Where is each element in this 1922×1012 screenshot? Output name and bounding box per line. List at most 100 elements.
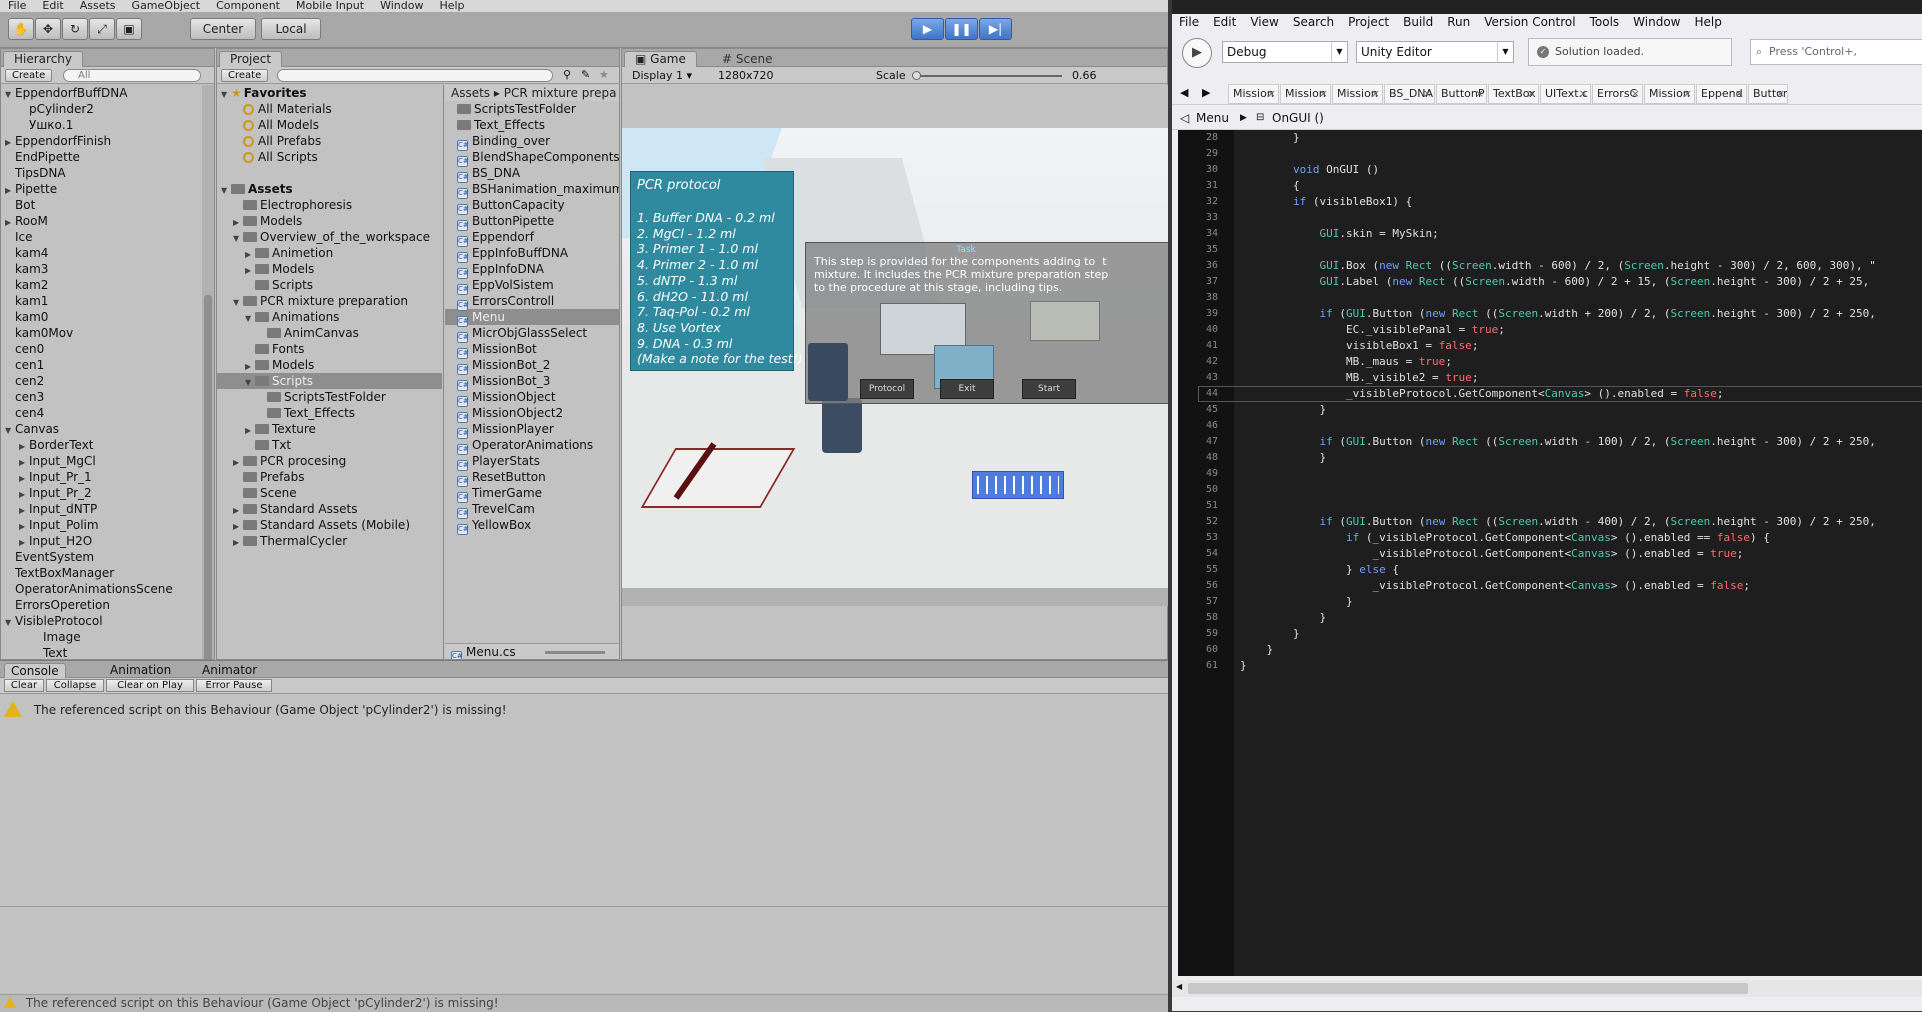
code-line[interactable]: } else { [1240, 562, 1922, 578]
hierarchy-item[interactable]: ▶ RooM [1, 213, 214, 229]
console-clear-on-play-button[interactable]: Clear on Play [106, 679, 194, 692]
game-tab[interactable]: ▣ Game [624, 51, 697, 67]
vs-search-input[interactable]: ⌕ Press 'Control+, [1750, 39, 1922, 65]
hierarchy-item[interactable]: kam4 [1, 245, 214, 261]
unity-menu-assets[interactable]: Assets [72, 0, 124, 12]
code-line[interactable]: if (GUI.Button (new Rect ((Screen.width … [1240, 514, 1922, 530]
close-icon[interactable]: × [1319, 85, 1328, 103]
close-icon[interactable]: × [1776, 85, 1785, 103]
run-button[interactable]: ▶ [1182, 38, 1212, 68]
project-file-item[interactable]: C# ErrorsControll [445, 293, 619, 311]
hierarchy-item[interactable]: ▶ EppendorfFinish [1, 133, 214, 149]
document-tab[interactable]: ButtonP × [1436, 84, 1487, 104]
display-dropdown[interactable]: Display 1 ▾ [632, 69, 692, 82]
icon-size-slider[interactable] [545, 651, 605, 654]
project-tree-item[interactable]: ▶ Standard Assets [217, 501, 442, 517]
search-by-type-icon[interactable]: ⚲ [563, 68, 571, 81]
project-file-item[interactable]: C# MissionBot_2 [445, 357, 619, 375]
expand-arrow-icon[interactable]: ▼ [245, 375, 255, 391]
project-tree-item[interactable]: AnimCanvas [217, 325, 442, 341]
hierarchy-item[interactable]: Image [1, 629, 214, 645]
hierarchy-create-button[interactable]: Create [5, 69, 53, 82]
project-tree-item[interactable]: Fonts [217, 341, 442, 357]
project-file-item[interactable]: C# BlendShapeComponents [445, 149, 619, 167]
project-file-item[interactable]: C# Menu [445, 309, 619, 327]
project-file-item[interactable]: C# TrevelCam [445, 501, 619, 519]
project-file-item[interactable]: C# MicrObjGlassSelect [445, 325, 619, 343]
project-tree-item[interactable]: ▼ Overview_of_the_workspace [217, 229, 442, 245]
code-line[interactable] [1240, 242, 1922, 258]
code-line[interactable]: _visibleProtocol.GetComponent<Canvas> ()… [1240, 546, 1922, 562]
hierarchy-tab[interactable]: Hierarchy [3, 51, 84, 67]
project-tree-item[interactable]: ▼ Assets [217, 181, 442, 197]
nav-class[interactable]: Menu [1196, 106, 1229, 130]
project-tree-item[interactable] [217, 165, 442, 181]
scene-tab[interactable]: # Scene [722, 52, 772, 66]
project-tree-item[interactable]: ▼ Animations [217, 309, 442, 325]
expand-arrow-icon[interactable]: ▼ [233, 231, 243, 247]
hierarchy-item[interactable]: TextBoxManager [1, 565, 214, 581]
code-line[interactable]: } [1240, 450, 1922, 466]
game-render[interactable]: PCR protocol 1. Buffer DNA - 0.2 ml 2. Mg… [622, 128, 1169, 606]
hierarchy-item[interactable]: pCylinder2 [1, 101, 214, 117]
project-tree-item[interactable]: Scene [217, 485, 442, 501]
step-button[interactable]: ▶| [979, 18, 1012, 40]
scroll-left-icon[interactable]: ◀ [1176, 982, 1182, 991]
hierarchy-item[interactable]: cen4 [1, 405, 214, 421]
code-line[interactable]: } [1240, 130, 1922, 146]
document-tab[interactable]: Eppend × [1696, 84, 1747, 104]
project-tree-item[interactable]: ▶ Models [217, 357, 442, 373]
code-line[interactable] [1240, 498, 1922, 514]
hierarchy-item[interactable]: ▶ Input_dNTP [1, 501, 214, 517]
pause-button[interactable]: ❚❚ [945, 18, 978, 40]
vs-menu-run[interactable]: Run [1440, 14, 1477, 31]
unity-menu-mobile-input[interactable]: Mobile Input [288, 0, 372, 12]
play-button[interactable]: ▶ [911, 18, 944, 40]
project-tree-item[interactable]: ▶ PCR procesing [217, 453, 442, 469]
rect-tool-icon[interactable]: ▣ [116, 18, 142, 40]
unity-menu-edit[interactable]: Edit [34, 0, 71, 12]
unity-menu-gameobject[interactable]: GameObject [124, 0, 209, 12]
project-breadcrumb[interactable]: Assets ▸ PCR mixture prepa [445, 85, 619, 101]
hierarchy-item[interactable]: ▼ VisibleProtocol [1, 613, 214, 629]
code-line[interactable] [1240, 466, 1922, 482]
unity-menu-help[interactable]: Help [431, 0, 472, 12]
close-icon[interactable]: × [1371, 85, 1380, 103]
document-tab[interactable]: Mission × [1228, 84, 1279, 104]
project-create-button[interactable]: Create [221, 69, 269, 82]
hierarchy-item[interactable]: Ушко.1 [1, 117, 214, 133]
hierarchy-item[interactable]: kam3 [1, 261, 214, 277]
unity-menu-file[interactable]: File [0, 0, 34, 12]
label-icon[interactable]: ✎ [581, 68, 590, 81]
code-line[interactable]: { [1240, 178, 1922, 194]
document-tab[interactable]: ErrorsC × [1592, 84, 1643, 104]
project-file-item[interactable]: C# MissionPlayer [445, 421, 619, 439]
protocol-button[interactable]: Protocol [860, 379, 914, 399]
project-tree-item[interactable]: Scripts [217, 277, 442, 293]
project-file-item[interactable]: C# MissionBot [445, 341, 619, 359]
project-tree-item[interactable]: All Models [217, 117, 442, 133]
project-file-item[interactable]: C# ButtonPipette [445, 213, 619, 231]
hierarchy-item[interactable]: ▶ Input_H2O [1, 533, 214, 549]
hierarchy-item[interactable]: ▼ Canvas [1, 421, 214, 437]
document-tab[interactable]: Mission × [1332, 84, 1383, 104]
vs-menu-search[interactable]: Search [1286, 14, 1341, 31]
expand-arrow-icon[interactable]: ▼ [233, 295, 243, 311]
vs-menu-window[interactable]: Window [1626, 14, 1687, 31]
project-file-item[interactable]: C# EppInfoDNA [445, 261, 619, 279]
project-file-item[interactable]: Text_Effects [445, 117, 619, 133]
project-tree-item[interactable]: Txt [217, 437, 442, 453]
document-tab[interactable]: Mission × [1644, 84, 1695, 104]
hierarchy-item[interactable]: kam2 [1, 277, 214, 293]
pivot-local-button[interactable]: Local [261, 18, 321, 40]
hierarchy-item[interactable]: cen3 [1, 389, 214, 405]
project-tree-item[interactable]: All Scripts [217, 149, 442, 165]
vs-menu-project[interactable]: Project [1341, 14, 1396, 31]
code-line[interactable]: EC._visiblePanal = true; [1240, 322, 1922, 338]
hierarchy-item[interactable]: EndPipette [1, 149, 214, 165]
hierarchy-item[interactable]: kam0Mov [1, 325, 214, 341]
document-tab[interactable]: Button × [1748, 84, 1788, 104]
nav-method[interactable]: OnGUI () [1272, 106, 1324, 130]
document-tab[interactable]: TextBox × [1488, 84, 1539, 104]
hierarchy-item[interactable]: OperatorAnimationsScene [1, 581, 214, 597]
